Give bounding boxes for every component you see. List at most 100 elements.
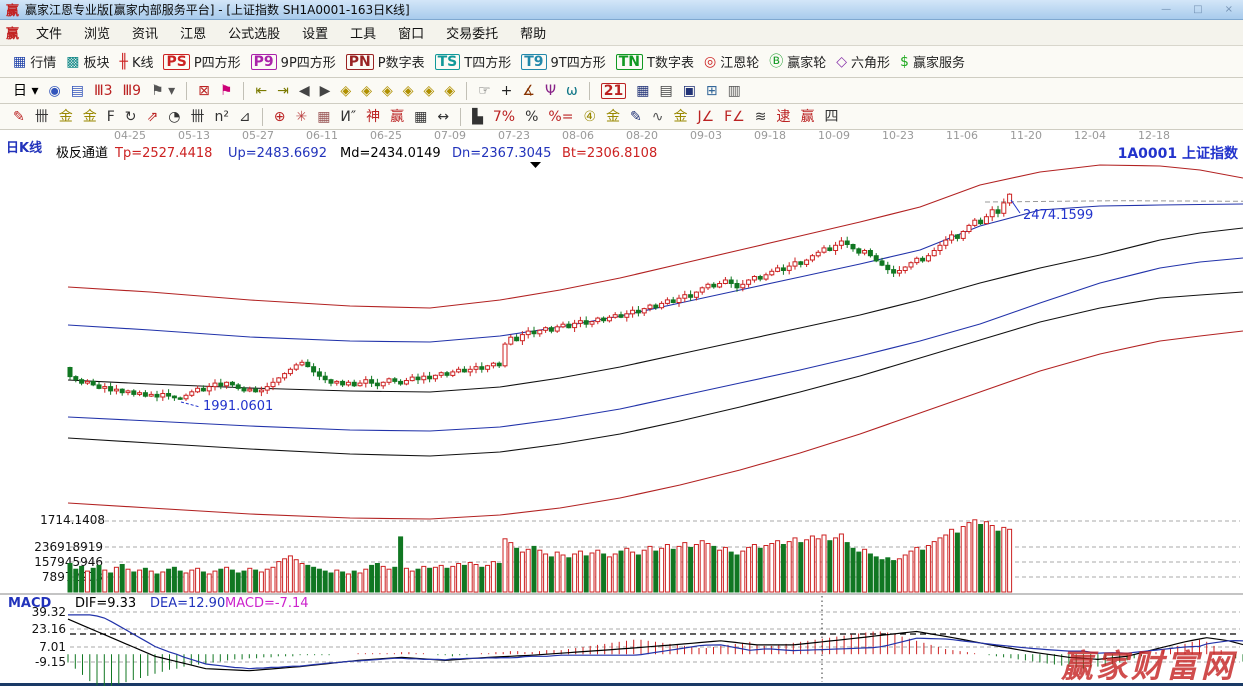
rocket-tool-icon[interactable]: ⇗ <box>147 110 159 124</box>
menu-item-9[interactable]: 帮助 <box>509 23 557 42</box>
menu-item-8[interactable]: 交易委托 <box>435 23 509 42</box>
svg-text:09-18: 09-18 <box>754 130 786 142</box>
indicator-dropdown-icon[interactable] <box>530 162 541 168</box>
angle-measure-icon[interactable]: ∡ <box>522 84 535 98</box>
step-forward-icon[interactable]: ▶ <box>320 84 331 98</box>
gold-line2-icon: 金 <box>673 110 687 124</box>
kline-button[interactable]: ╫K线 <box>120 52 154 71</box>
spiral-tool-icon[interactable]: ↻ <box>125 110 137 124</box>
bars-3-icon[interactable]: Ⅲ3 <box>94 84 113 98</box>
kline-chart-canvas[interactable]: 04-2505-1305-2706-1106-2507-0907-2308-06… <box>0 130 1243 686</box>
percent-7-icon[interactable]: 7% <box>493 110 515 124</box>
notes-icon: ▤ <box>659 84 672 98</box>
flag-dropdown-icon[interactable]: ⚑ ▾ <box>151 84 175 98</box>
step-back-icon[interactable]: ◀ <box>299 84 310 98</box>
sectors-button-label: 板块 <box>83 52 109 71</box>
wave-tool-icon[interactable]: ω <box>566 84 578 98</box>
calculator-icon[interactable]: ▦ <box>636 84 649 98</box>
j-angle-icon[interactable]: J∠ <box>697 110 714 124</box>
gann-wheel-button[interactable]: ◎江恩轮 <box>704 52 759 71</box>
skip-end-icon[interactable]: ⇥ <box>277 84 289 98</box>
gann-tool-purple-icon[interactable]: Ψ <box>545 84 556 98</box>
gold-circle-icon[interactable]: ④ <box>583 110 596 124</box>
menu-item-1[interactable]: 浏览 <box>73 23 121 42</box>
gold-line2-icon[interactable]: 金 <box>673 110 687 124</box>
ying-tool-icon[interactable]: 赢 <box>390 110 404 124</box>
bars-9-icon[interactable]: Ⅲ9 <box>123 84 142 98</box>
menu-item-6[interactable]: 工具 <box>339 23 387 42</box>
ying2-tool-icon[interactable]: 赢 <box>801 110 815 124</box>
print-icon[interactable]: ▥ <box>728 84 741 98</box>
hexagon-button[interactable]: ◇六角形 <box>836 52 890 71</box>
target-tool-icon[interactable]: ⊕ <box>274 110 286 124</box>
network-icon[interactable]: ⊞ <box>706 84 718 98</box>
maximize-button[interactable]: □ <box>1189 4 1206 15</box>
dai-tool-icon[interactable]: 逮 <box>777 110 791 124</box>
skip-start-icon[interactable]: ⇤ <box>255 84 267 98</box>
wave-mark-icon[interactable]: И″ <box>340 110 356 124</box>
angle-flag-icon[interactable]: ⊿ <box>239 110 251 124</box>
notes-icon[interactable]: ▤ <box>659 84 672 98</box>
web-tool-icon[interactable]: ✳ <box>295 110 307 124</box>
gold-comb2-icon[interactable]: 金 <box>83 110 97 124</box>
wave-line-icon[interactable]: ∿ <box>652 110 664 124</box>
t-number-button[interactable]: TNT数字表 <box>616 52 694 71</box>
shen-tool-icon[interactable]: 神 <box>366 110 380 124</box>
site-watermark: 赢家财富网 <box>1060 647 1238 685</box>
sectors-button[interactable]: ▩板块 <box>66 52 109 71</box>
t9-square-button[interactable]: T99T四方形 <box>521 52 606 71</box>
winner-wheel-button[interactable]: Ⓑ赢家轮 <box>769 52 826 71</box>
diamond-in-icon[interactable]: ◈ <box>403 84 414 98</box>
menu-item-2[interactable]: 资讯 <box>121 23 169 42</box>
ruler-comb-icon[interactable]: 卌 <box>190 110 204 124</box>
t-square-button[interactable]: TST四方形 <box>435 52 512 71</box>
grid-123-icon[interactable]: ▦ <box>414 110 427 124</box>
period-day-dropdown[interactable]: 日 ▾ <box>13 84 38 98</box>
p-number-button[interactable]: PNP数字表 <box>346 52 425 71</box>
clock-comb-icon[interactable]: ◔ <box>168 110 180 124</box>
gold-line-icon[interactable]: 金 <box>606 110 620 124</box>
multi-window-icon[interactable]: ◉ <box>48 84 60 98</box>
si-tool-icon[interactable]: 四 <box>825 110 839 124</box>
diamond-h-icon[interactable]: ◈ <box>382 84 393 98</box>
p9-square-button-label: 9P四方形 <box>281 52 336 71</box>
close-button[interactable]: × <box>1221 4 1237 15</box>
menu-item-5[interactable]: 设置 <box>291 23 339 42</box>
select-box-icon[interactable]: ⊠ <box>198 84 210 98</box>
multi-line-icon[interactable]: ≋ <box>755 110 767 124</box>
percent-line-icon[interactable]: %= <box>548 110 573 124</box>
gold-comb-icon[interactable]: 金 <box>59 110 73 124</box>
info-clipboard-icon[interactable]: ▤ <box>71 84 84 98</box>
p-square-button[interactable]: PSP四方形 <box>163 52 240 71</box>
grid-target-icon[interactable]: ▦ <box>317 110 330 124</box>
h-span-icon[interactable]: ↔ <box>437 110 449 124</box>
hand-tool-icon[interactable]: ☞ <box>478 84 491 98</box>
comb-tool-icon[interactable]: 卌 <box>35 110 49 124</box>
diamond-all-icon[interactable]: ◈ <box>444 84 455 98</box>
f-comb-icon[interactable]: F <box>107 110 115 124</box>
menu-item-7[interactable]: 窗口 <box>387 23 435 42</box>
calendar-icon[interactable]: 21 <box>601 83 626 99</box>
menu-item-0[interactable]: 文件 <box>25 23 73 42</box>
measure-bars-icon[interactable]: ▙ <box>472 110 483 124</box>
dai-tool-icon: 逮 <box>777 110 791 124</box>
diamond-right-icon[interactable]: ◈ <box>361 84 372 98</box>
p9-square-button[interactable]: P99P四方形 <box>251 52 336 71</box>
colored-flag-icon[interactable]: ⚑ <box>220 84 233 98</box>
toolbar-separator <box>243 82 244 100</box>
minimize-button[interactable]: — <box>1157 4 1175 15</box>
channel-param-up: Up=2483.6692 <box>228 146 327 161</box>
diamond-left-icon[interactable]: ◈ <box>340 84 351 98</box>
crosshair-tool-icon[interactable]: + <box>501 84 513 98</box>
winner-service-button[interactable]: $赢家服务 <box>900 52 965 71</box>
save-icon[interactable]: ▣ <box>683 84 696 98</box>
quotes-button[interactable]: ▦行情 <box>13 52 56 71</box>
percent-icon[interactable]: % <box>525 110 538 124</box>
diamond-v-icon[interactable]: ◈ <box>424 84 435 98</box>
knife-tool-icon[interactable]: ✎ <box>13 110 25 124</box>
brush-line-icon[interactable]: ✎ <box>630 110 642 124</box>
f-angle-icon[interactable]: F∠ <box>724 110 745 124</box>
n2-tool-icon[interactable]: n² <box>214 110 229 124</box>
menu-item-4[interactable]: 公式选股 <box>217 23 291 42</box>
menu-item-3[interactable]: 江恩 <box>169 23 217 42</box>
